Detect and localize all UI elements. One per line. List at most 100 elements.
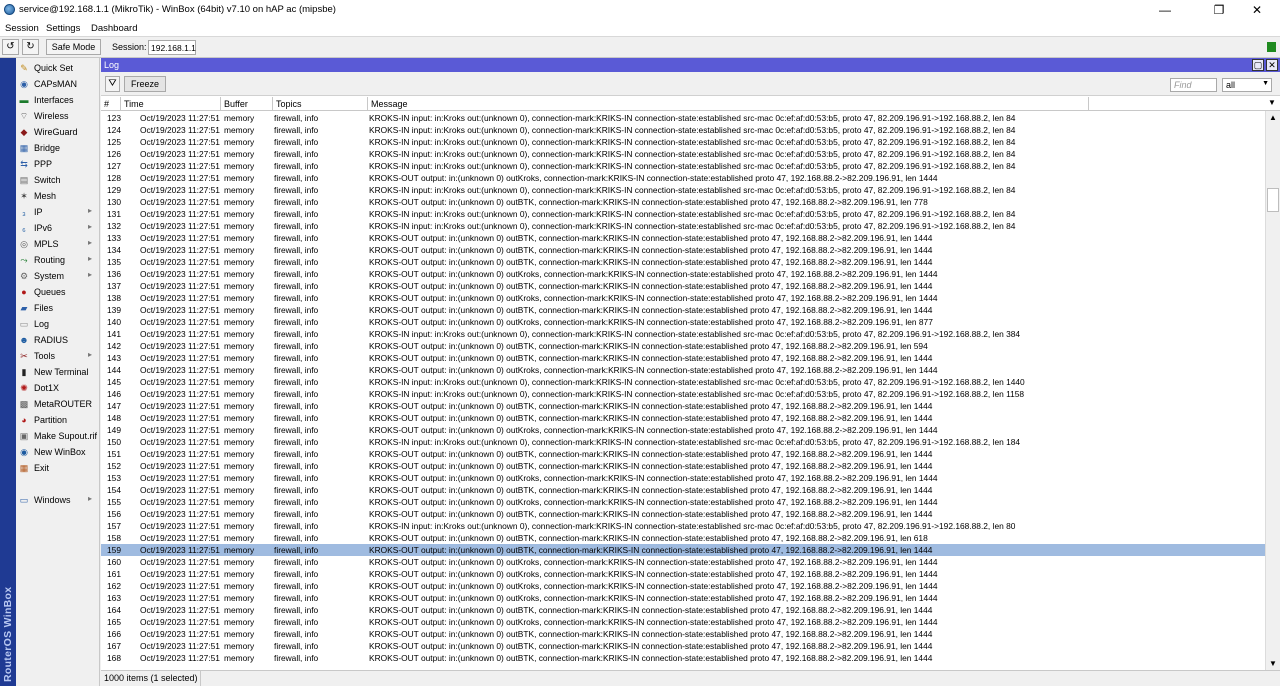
table-row[interactable]: 163 Oct/19/2023 11:27:51 memory firewall, i… xyxy=(101,592,1265,604)
sidebar-item-partition[interactable]: ◕ Partition xyxy=(16,412,100,428)
col-topics[interactable]: Topics xyxy=(273,97,368,111)
scroll-down-icon[interactable]: ▼ xyxy=(1269,659,1277,668)
table-row[interactable]: 168 Oct/19/2023 11:27:51 memory firewall, i… xyxy=(101,652,1265,664)
sidebar-item-make-supout-rif[interactable]: ▣ Make Supout.rif xyxy=(16,428,100,444)
safe-mode-button[interactable]: Safe Mode xyxy=(46,39,101,55)
table-row[interactable]: 137 Oct/19/2023 11:27:51 memory firewall, i… xyxy=(101,280,1265,292)
table-row[interactable]: 127 Oct/19/2023 11:27:51 memory firewall, i… xyxy=(101,160,1265,172)
sidebar-item-new-winbox[interactable]: ◉ New WinBox xyxy=(16,444,100,460)
col-time[interactable]: Time xyxy=(121,97,221,111)
table-row[interactable]: 134 Oct/19/2023 11:27:51 memory firewall, i… xyxy=(101,244,1265,256)
table-row[interactable]: 135 Oct/19/2023 11:27:51 memory firewall, i… xyxy=(101,256,1265,268)
table-row[interactable]: 138 Oct/19/2023 11:27:51 memory firewall, i… xyxy=(101,292,1265,304)
table-row[interactable]: 139 Oct/19/2023 11:27:51 memory firewall, i… xyxy=(101,304,1265,316)
table-row[interactable]: 165 Oct/19/2023 11:27:51 memory firewall, i… xyxy=(101,616,1265,628)
sidebar-item-log[interactable]: ▭ Log xyxy=(16,316,100,332)
sidebar-item-quick-set[interactable]: ✎ Quick Set xyxy=(16,60,100,76)
sidebar-item-switch[interactable]: ▤ Switch xyxy=(16,172,100,188)
table-row[interactable]: 159 Oct/19/2023 11:27:51 memory firewall, i… xyxy=(101,544,1265,556)
table-row[interactable]: 149 Oct/19/2023 11:27:51 memory firewall, i… xyxy=(101,424,1265,436)
sidebar-item-capsman[interactable]: ◉ CAPsMAN xyxy=(16,76,100,92)
scroll-thumb[interactable] xyxy=(1267,188,1279,212)
sidebar-item-files[interactable]: ▰ Files xyxy=(16,300,100,316)
table-row[interactable]: 132 Oct/19/2023 11:27:51 memory firewall, i… xyxy=(101,220,1265,232)
table-row[interactable]: 150 Oct/19/2023 11:27:51 memory firewall, i… xyxy=(101,436,1265,448)
sidebar-item-bridge[interactable]: ▦ Bridge xyxy=(16,140,100,156)
table-row[interactable]: 123 Oct/19/2023 11:27:51 memory firewall, i… xyxy=(101,112,1265,124)
scroll-up-icon[interactable]: ▲ xyxy=(1269,113,1277,122)
table-row[interactable]: 136 Oct/19/2023 11:27:51 memory firewall, i… xyxy=(101,268,1265,280)
table-row[interactable]: 145 Oct/19/2023 11:27:51 memory firewall, i… xyxy=(101,376,1265,388)
table-row[interactable]: 131 Oct/19/2023 11:27:51 memory firewall, i… xyxy=(101,208,1265,220)
sidebar-item-ipv6[interactable]: ₆ IPv6 ▸ xyxy=(16,220,100,236)
col-message[interactable]: Message xyxy=(368,97,1089,111)
table-row[interactable]: 125 Oct/19/2023 11:27:51 memory firewall, i… xyxy=(101,136,1265,148)
sidebar-item-mesh[interactable]: ✶ Mesh xyxy=(16,188,100,204)
row-buffer: memory xyxy=(224,557,255,567)
sidebar-item-ip[interactable]: ₃ IP ▸ xyxy=(16,204,100,220)
table-row[interactable]: 166 Oct/19/2023 11:27:51 memory firewall, i… xyxy=(101,628,1265,640)
table-row[interactable]: 158 Oct/19/2023 11:27:51 memory firewall, i… xyxy=(101,532,1265,544)
col-buffer[interactable]: Buffer xyxy=(221,97,273,111)
table-row[interactable]: 147 Oct/19/2023 11:27:51 memory firewall, i… xyxy=(101,400,1265,412)
menu-settings[interactable]: Settings xyxy=(46,23,80,34)
sidebar-item-wireless[interactable]: ⌔ Wireless xyxy=(16,108,100,124)
table-row[interactable]: 129 Oct/19/2023 11:27:51 memory firewall, i… xyxy=(101,184,1265,196)
redo-button[interactable]: ↻ xyxy=(22,39,39,55)
sidebar-item-wireguard[interactable]: ◆ WireGuard xyxy=(16,124,100,140)
sidebar-item-mpls[interactable]: ◎ MPLS ▸ xyxy=(16,236,100,252)
table-row[interactable]: 124 Oct/19/2023 11:27:51 memory firewall, i… xyxy=(101,124,1265,136)
sidebar-item-exit[interactable]: ▦ Exit xyxy=(16,460,100,476)
sidebar-item-tools[interactable]: ✂ Tools ▸ xyxy=(16,348,100,364)
sidebar-item-system[interactable]: ⚙ System ▸ xyxy=(16,268,100,284)
menu-session[interactable]: Session xyxy=(5,23,39,34)
sidebar-item-queues[interactable]: ● Queues xyxy=(16,284,100,300)
table-row[interactable]: 144 Oct/19/2023 11:27:51 memory firewall, i… xyxy=(101,364,1265,376)
sidebar-item-routing[interactable]: ⤳ Routing ▸ xyxy=(16,252,100,268)
sidebar-item-interfaces[interactable]: ▬ Interfaces xyxy=(16,92,100,108)
sidebar-item-dot1x[interactable]: ✺ Dot1X xyxy=(16,380,100,396)
table-row[interactable]: 162 Oct/19/2023 11:27:51 memory firewall, i… xyxy=(101,580,1265,592)
menu-dashboard[interactable]: Dashboard xyxy=(91,23,137,34)
table-row[interactable]: 164 Oct/19/2023 11:27:51 memory firewall, i… xyxy=(101,604,1265,616)
find-input[interactable]: Find xyxy=(1170,78,1217,92)
row-number: 145 xyxy=(107,377,121,387)
table-row[interactable]: 151 Oct/19/2023 11:27:51 memory firewall, i… xyxy=(101,448,1265,460)
table-row[interactable]: 148 Oct/19/2023 11:27:51 memory firewall, i… xyxy=(101,412,1265,424)
table-row[interactable]: 133 Oct/19/2023 11:27:51 memory firewall, i… xyxy=(101,232,1265,244)
table-row[interactable]: 161 Oct/19/2023 11:27:51 memory firewall, i… xyxy=(101,568,1265,580)
table-row[interactable]: 126 Oct/19/2023 11:27:51 memory firewall, i… xyxy=(101,148,1265,160)
column-menu-icon[interactable]: ▼ xyxy=(1268,98,1276,107)
sidebar-item-metarouter[interactable]: ▩ MetaROUTER xyxy=(16,396,100,412)
close-button[interactable]: ✕ xyxy=(1234,0,1280,20)
filter-funnel-icon[interactable]: ⛛ xyxy=(105,76,120,92)
table-row[interactable]: 130 Oct/19/2023 11:27:51 memory firewall, i… xyxy=(101,196,1265,208)
log-window-restore-icon[interactable]: ▢ xyxy=(1252,59,1264,71)
session-field[interactable]: 192.168.1.1 xyxy=(148,40,196,55)
table-row[interactable]: 153 Oct/19/2023 11:27:51 memory firewall, i… xyxy=(101,472,1265,484)
table-row[interactable]: 141 Oct/19/2023 11:27:51 memory firewall, i… xyxy=(101,328,1265,340)
table-row[interactable]: 154 Oct/19/2023 11:27:51 memory firewall, i… xyxy=(101,484,1265,496)
table-row[interactable]: 143 Oct/19/2023 11:27:51 memory firewall, i… xyxy=(101,352,1265,364)
table-row[interactable]: 167 Oct/19/2023 11:27:51 memory firewall, i… xyxy=(101,640,1265,652)
table-row[interactable]: 156 Oct/19/2023 11:27:51 memory firewall, i… xyxy=(101,508,1265,520)
freeze-button[interactable]: Freeze xyxy=(124,76,166,92)
table-row[interactable]: 155 Oct/19/2023 11:27:51 memory firewall, i… xyxy=(101,496,1265,508)
table-row[interactable]: 157 Oct/19/2023 11:27:51 memory firewall, i… xyxy=(101,520,1265,532)
sidebar-item-new-terminal[interactable]: ▮ New Terminal xyxy=(16,364,100,380)
minimize-button[interactable]: — xyxy=(1142,0,1188,20)
table-row[interactable]: 142 Oct/19/2023 11:27:51 memory firewall, i… xyxy=(101,340,1265,352)
table-row[interactable]: 128 Oct/19/2023 11:27:51 memory firewall, i… xyxy=(101,172,1265,184)
table-row[interactable]: 140 Oct/19/2023 11:27:51 memory firewall, i… xyxy=(101,316,1265,328)
sidebar-item-windows[interactable]: ▭ Windows ▸ xyxy=(16,492,100,508)
undo-button[interactable]: ↺ xyxy=(2,39,19,55)
table-row[interactable]: 146 Oct/19/2023 11:27:51 memory firewall, i… xyxy=(101,388,1265,400)
table-row[interactable]: 160 Oct/19/2023 11:27:51 memory firewall, i… xyxy=(101,556,1265,568)
sidebar-item-ppp[interactable]: ⇆ PPP xyxy=(16,156,100,172)
col-number[interactable]: # xyxy=(101,97,121,111)
sidebar-item-radius[interactable]: ☻ RADIUS xyxy=(16,332,100,348)
log-window-close-icon[interactable]: ✕ xyxy=(1266,59,1278,71)
filter-select[interactable]: all ▼ xyxy=(1222,78,1272,92)
table-row[interactable]: 152 Oct/19/2023 11:27:51 memory firewall, i… xyxy=(101,460,1265,472)
vertical-scrollbar[interactable]: ▲ ▼ xyxy=(1265,111,1280,673)
